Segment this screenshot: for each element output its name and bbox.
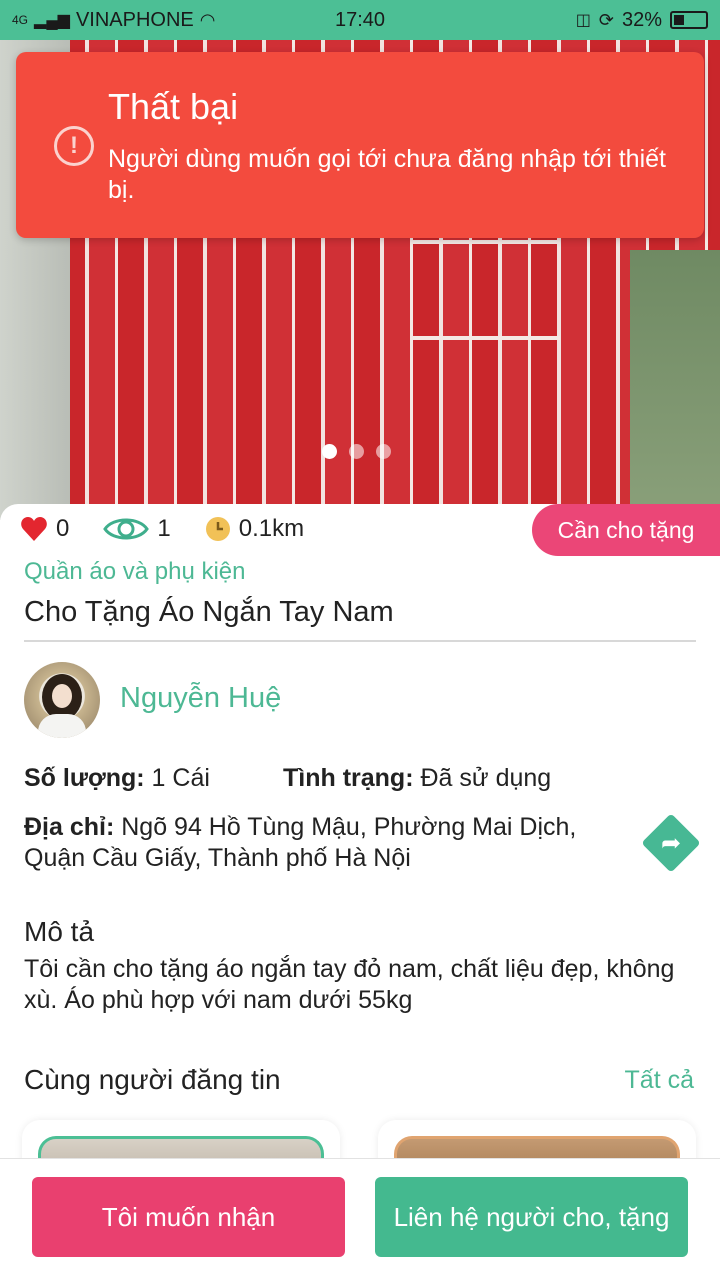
- condition-row: Tình trạng: Đã sử dụng: [283, 764, 551, 793]
- status-bar: 4G ▂▄▆ VINAPHONE ◠ 17:40 ◫ ⟳ 32%: [0, 0, 720, 40]
- address-label: Địa chỉ:: [24, 813, 115, 841]
- poster-name[interactable]: Nguyễn Huệ: [120, 682, 281, 715]
- likes-stat[interactable]: 0: [20, 515, 69, 543]
- views-stat: 1: [103, 514, 171, 544]
- gallery-pagination: [322, 444, 391, 459]
- receive-button[interactable]: Tôi muốn nhận: [32, 1177, 345, 1257]
- heart-icon: [21, 517, 47, 541]
- action-bar: Tôi muốn nhận Liên hệ người cho, tặng: [0, 1158, 720, 1280]
- contact-giver-button[interactable]: Liên hệ người cho, tặng: [375, 1177, 688, 1257]
- carrier-name: VINAPHONE: [75, 8, 194, 31]
- toast-message: Người dùng muốn gọi tới chưa đăng nhập t…: [108, 145, 666, 204]
- status-badge: Cần cho tặng: [532, 504, 720, 556]
- item-title: Cho Tặng Áo Ngắn Tay Nam: [24, 596, 394, 628]
- shirt-pocket-detail: [410, 240, 560, 340]
- quantity-value: 1 Cái: [151, 764, 210, 792]
- related-section-title: Cùng người đăng tin: [24, 1064, 281, 1095]
- gallery-dot[interactable]: [349, 444, 364, 459]
- distance-value: 0.1km: [238, 515, 305, 542]
- views-count: 1: [157, 515, 171, 542]
- gallery-dot[interactable]: [376, 444, 391, 459]
- wifi-icon: ◠: [199, 9, 216, 30]
- clock-icon: [205, 517, 230, 541]
- directions-button[interactable]: ➦: [641, 813, 701, 873]
- network-type: 4G: [12, 13, 29, 27]
- item-stats: 0 1 0.1km: [20, 514, 338, 544]
- quantity-row: Số lượng: 1 Cái: [24, 764, 210, 793]
- likes-count: 0: [56, 515, 70, 542]
- item-category[interactable]: Quần áo và phụ kiện: [24, 558, 246, 586]
- alert-icon: !: [54, 126, 94, 166]
- directions-icon: ➦: [660, 829, 682, 857]
- error-toast[interactable]: ! Thất bại Người dùng muốn gọi tới chưa …: [16, 52, 704, 238]
- address-row: Địa chỉ: Ngõ 94 Hồ Tùng Mậu, Phường Mai …: [24, 812, 634, 874]
- eye-icon: [103, 518, 150, 540]
- clock: 17:40: [334, 8, 386, 31]
- signal-icon: ▂▄▆: [34, 12, 70, 29]
- avatar[interactable]: [24, 662, 100, 738]
- condition-label: Tình trạng:: [283, 764, 414, 792]
- see-all-link[interactable]: Tất cả: [625, 1066, 694, 1095]
- gallery-dot[interactable]: [322, 444, 337, 459]
- condition-value: Đã sử dụng: [420, 764, 552, 792]
- toast-title: Thất bại: [108, 86, 239, 127]
- battery-icon: [670, 11, 708, 29]
- vibrate-icon: ◫: [575, 12, 591, 29]
- distance-stat: 0.1km: [205, 515, 304, 543]
- rotation-lock-icon: ⟳: [598, 9, 614, 30]
- battery-percent: 32%: [621, 8, 662, 31]
- divider: [24, 640, 696, 642]
- quantity-label: Số lượng:: [24, 764, 145, 792]
- gallery-background-window: [630, 250, 720, 520]
- description-title: Mô tả: [24, 916, 95, 947]
- description-text: Tôi cần cho tặng áo ngắn tay đỏ nam, chấ…: [24, 955, 675, 1014]
